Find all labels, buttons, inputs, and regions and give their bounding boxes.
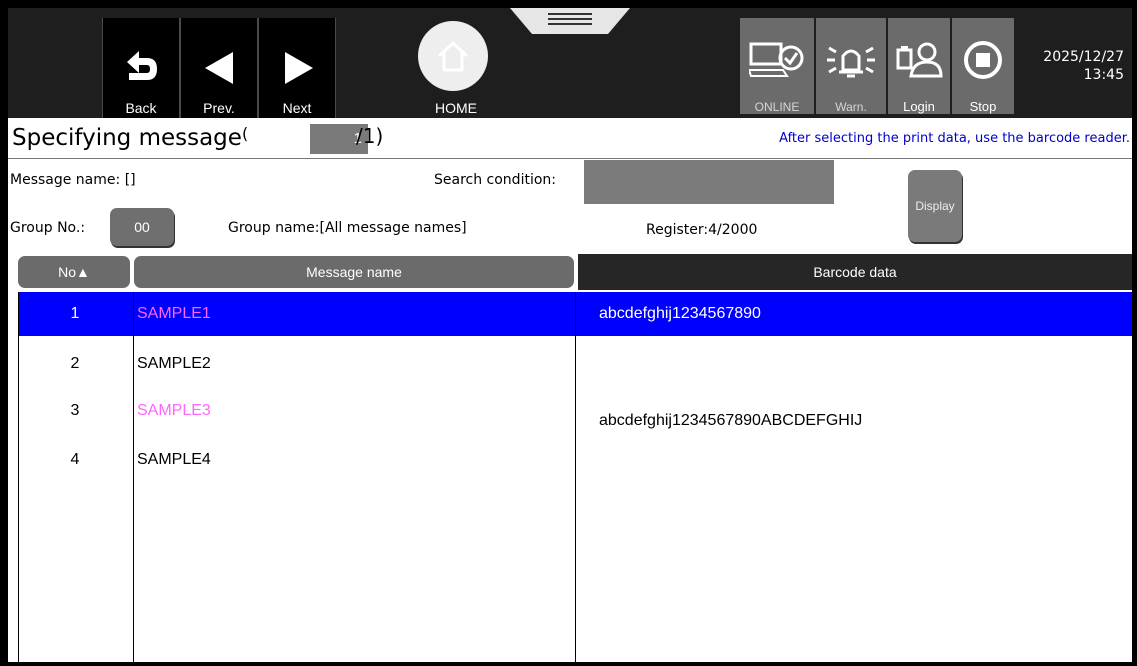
row-barcode: abcdefghij1234567890 <box>599 305 761 322</box>
search-condition-label: Search condition: <box>434 172 556 188</box>
group-name-value: [All message names] <box>319 220 467 236</box>
group-name-label: Group name: <box>228 220 320 236</box>
row-message-name: SAMPLE2 <box>137 355 211 372</box>
row-message-name: SAMPLE3 <box>137 402 211 419</box>
group-no-label: Group No.: <box>10 220 86 236</box>
online-status-button[interactable]: ONLINE <box>740 18 814 114</box>
search-condition-input[interactable] <box>584 160 834 204</box>
home-button[interactable]: HOME <box>396 18 516 118</box>
barcode-hint: After selecting the print data, use the … <box>779 131 1130 146</box>
prev-button[interactable]: Prev. <box>180 18 258 118</box>
back-button[interactable]: Back <box>102 18 180 118</box>
row-message-name: SAMPLE1 <box>137 305 211 322</box>
next-label: Next <box>282 100 312 116</box>
message-name-field: Message name: [] <box>10 172 136 188</box>
column-header-no[interactable]: No▲ <box>18 256 130 288</box>
title-bar: Specifying message( 1 /1) After selectin… <box>8 118 1132 159</box>
triangle-left-icon <box>205 52 233 84</box>
message-table: 1 SAMPLE1 abcdefghij1234567890 2 SAMPLE2… <box>18 292 1132 662</box>
register-label: Register: <box>646 222 709 238</box>
page-title-text: Specifying message <box>12 125 242 151</box>
stop-label: Stop <box>969 99 997 114</box>
register-value: 4/2000 <box>708 222 758 238</box>
triangle-right-icon <box>285 52 313 84</box>
home-icon <box>437 41 469 72</box>
top-toolbar: Back Prev. Next HOME ONLINE Warn. Login … <box>8 8 1132 118</box>
group-name-field: Group name:[All message names] <box>228 220 467 236</box>
display-button[interactable]: Display <box>908 170 962 242</box>
prev-label: Prev. <box>203 100 235 116</box>
menu-lines-icon <box>510 8 630 34</box>
register-count: Register:4/2000 <box>646 222 757 238</box>
page-paren-open: ( <box>241 124 249 143</box>
warning-label: Warn. <box>835 100 867 114</box>
column-header-barcode[interactable]: Barcode data <box>578 254 1132 290</box>
login-label: Login <box>903 99 935 114</box>
column-divider <box>133 292 134 662</box>
home-label: HOME <box>435 100 477 116</box>
row-no: 4 <box>70 451 80 468</box>
row-message-name: SAMPLE4 <box>137 451 211 468</box>
warning-button[interactable]: Warn. <box>816 18 886 114</box>
bell-alert-icon <box>827 46 875 78</box>
stop-button[interactable]: Stop <box>952 18 1014 114</box>
screen: Back Prev. Next HOME ONLINE Warn. Login … <box>8 8 1132 662</box>
row-no: 1 <box>70 305 80 322</box>
group-no-button[interactable]: 00 <box>110 208 174 246</box>
row-no: 2 <box>70 355 80 372</box>
row-no: 3 <box>70 402 80 419</box>
column-header-message-name[interactable]: Message name <box>134 256 574 288</box>
column-divider <box>575 292 576 662</box>
stop-icon <box>964 41 1002 79</box>
message-name-label: Message name: <box>10 172 121 188</box>
back-label: Back <box>125 100 157 116</box>
date-text: 2025/12/27 <box>1043 49 1124 65</box>
login-button[interactable]: Login <box>888 18 950 114</box>
next-button[interactable]: Next <box>258 18 336 118</box>
table-header: No▲ Message name Barcode data <box>8 254 1132 290</box>
pull-down-tab[interactable] <box>510 8 630 38</box>
datetime-display: 2025/12/27 13:45 <box>1043 48 1124 84</box>
back-arrow-icon <box>127 51 157 80</box>
page-title: Specifying message( <box>12 124 248 151</box>
login-user-icon <box>896 42 943 78</box>
online-label: ONLINE <box>754 100 800 114</box>
message-name-value[interactable]: [] <box>125 172 136 188</box>
online-computer-icon <box>749 42 804 77</box>
time-text: 13:45 <box>1083 67 1124 83</box>
page-total: /1) <box>356 124 384 148</box>
